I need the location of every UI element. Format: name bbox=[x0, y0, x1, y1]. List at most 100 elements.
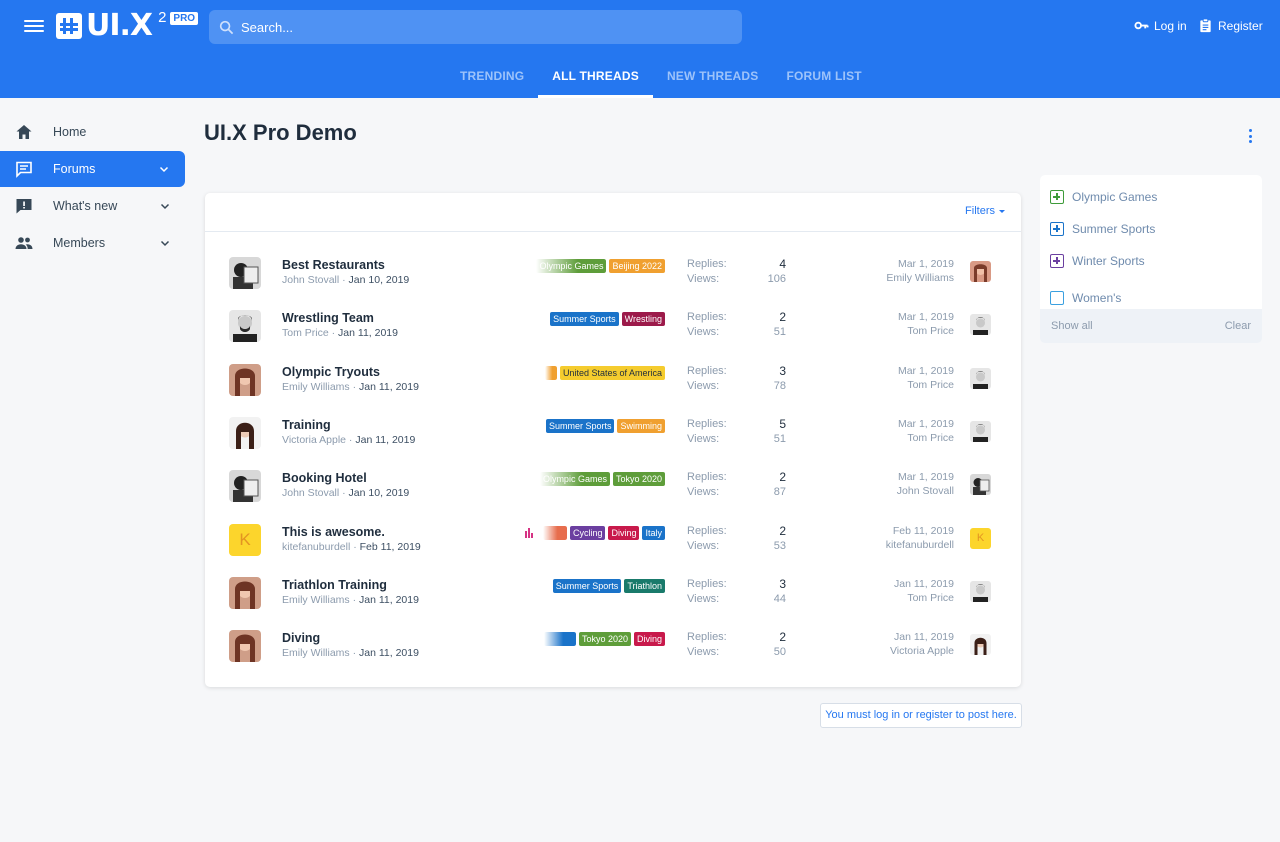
filter-option-summer-sports[interactable]: Summer Sports bbox=[1040, 213, 1262, 245]
tag-diving[interactable]: Diving bbox=[608, 526, 640, 540]
chevron-down-icon[interactable] bbox=[160, 238, 170, 248]
latest-user[interactable]: Victoria Apple bbox=[890, 644, 954, 658]
latest-date[interactable]: Mar 1, 2019 bbox=[898, 310, 954, 324]
thread-row[interactable]: Training Victoria Apple · Jan 11, 2019 S… bbox=[205, 417, 1021, 470]
tag-cycling[interactable]: Cycling bbox=[569, 526, 606, 540]
latest-user[interactable]: Tom Price bbox=[898, 431, 954, 445]
latest-avatar[interactable] bbox=[970, 581, 991, 602]
avatar[interactable]: K bbox=[229, 524, 261, 556]
latest-date[interactable]: Jan 11, 2019 bbox=[894, 577, 954, 591]
latest-date[interactable]: Mar 1, 2019 bbox=[898, 417, 954, 431]
latest-user[interactable]: Emily Williams bbox=[886, 271, 954, 285]
tab-trending[interactable]: TRENDING bbox=[446, 64, 538, 98]
login-notice-button[interactable]: You must log in or register to post here… bbox=[820, 703, 1022, 728]
latest-avatar[interactable]: K bbox=[970, 528, 991, 549]
tag-united-states-of-america[interactable]: United States of America bbox=[559, 366, 665, 380]
chevron-down-icon[interactable] bbox=[159, 164, 169, 174]
tag-tokyo-2020[interactable]: Tokyo 2020 bbox=[612, 472, 665, 486]
clear-link[interactable]: Clear bbox=[1225, 320, 1251, 332]
latest-user[interactable]: Tom Price bbox=[898, 324, 954, 338]
avatar[interactable] bbox=[229, 257, 261, 289]
latest-date[interactable]: Jan 11, 2019 bbox=[890, 630, 954, 644]
tag-diving[interactable]: Diving bbox=[633, 632, 665, 646]
tab-forum-list[interactable]: FORUM LIST bbox=[772, 64, 875, 98]
latest-avatar[interactable] bbox=[970, 421, 991, 442]
tag-wrestling[interactable]: Wrestling bbox=[621, 312, 665, 326]
sidebar-item-members[interactable]: Members bbox=[0, 225, 186, 261]
chevron-down-icon[interactable] bbox=[160, 201, 170, 211]
latest-avatar[interactable] bbox=[970, 474, 991, 495]
thread-title[interactable]: Booking Hotel bbox=[282, 471, 367, 485]
thread-author[interactable]: John Stovall bbox=[282, 274, 339, 286]
filter-option-winter-sports[interactable]: Winter Sports bbox=[1040, 245, 1262, 277]
latest-avatar[interactable] bbox=[970, 368, 991, 389]
thread-row[interactable]: Best Restaurants John Stovall · Jan 10, … bbox=[205, 257, 1021, 310]
latest-date[interactable]: Mar 1, 2019 bbox=[898, 364, 954, 378]
avatar[interactable] bbox=[229, 630, 261, 662]
thread-row[interactable]: K This is awesome. kitefanuburdell · Feb… bbox=[205, 524, 1021, 577]
checkbox-icon[interactable] bbox=[1050, 291, 1064, 305]
tab-all-threads[interactable]: ALL THREADS bbox=[538, 64, 653, 98]
latest-avatar[interactable] bbox=[970, 261, 991, 282]
more-options-icon[interactable] bbox=[1247, 129, 1253, 143]
thread-author[interactable]: Emily Williams bbox=[282, 647, 350, 659]
thread-title[interactable]: Wrestling Team bbox=[282, 311, 374, 325]
tag-truncated[interactable] bbox=[543, 632, 576, 646]
thread-author[interactable]: kitefanuburdell bbox=[282, 541, 350, 553]
tag-truncated[interactable] bbox=[542, 526, 567, 540]
tab-new-threads[interactable]: NEW THREADS bbox=[653, 64, 773, 98]
tag-olympic-games[interactable]: Olympic Games bbox=[536, 259, 607, 273]
thread-row[interactable]: Booking Hotel John Stovall · Jan 10, 201… bbox=[205, 470, 1021, 523]
thread-title[interactable]: Training bbox=[282, 418, 331, 432]
latest-date[interactable]: Feb 11, 2019 bbox=[886, 524, 954, 538]
site-logo[interactable]: UI.X 2 PRO bbox=[56, 9, 199, 43]
thread-title[interactable]: Olympic Tryouts bbox=[282, 365, 380, 379]
avatar[interactable] bbox=[229, 470, 261, 502]
latest-avatar[interactable] bbox=[970, 314, 991, 335]
latest-avatar[interactable] bbox=[970, 634, 991, 655]
sidebar-item-whats-new[interactable]: What's new bbox=[0, 188, 186, 224]
latest-date[interactable]: Mar 1, 2019 bbox=[897, 470, 954, 484]
tag-triathlon[interactable]: Triathlon bbox=[624, 579, 665, 593]
thread-row[interactable]: Triathlon Training Emily Williams · Jan … bbox=[205, 577, 1021, 630]
plus-box-icon[interactable] bbox=[1050, 222, 1064, 236]
avatar[interactable] bbox=[229, 577, 261, 609]
tag-summer-sports[interactable]: Summer Sports bbox=[552, 579, 622, 593]
latest-date[interactable]: Mar 1, 2019 bbox=[886, 257, 954, 271]
tag-summer-sports[interactable]: Summer Sports bbox=[550, 312, 619, 326]
avatar[interactable] bbox=[229, 364, 261, 396]
sidebar-item-home[interactable]: Home bbox=[0, 114, 186, 150]
tag-tokyo-2020[interactable]: Tokyo 2020 bbox=[578, 632, 631, 646]
avatar[interactable] bbox=[229, 417, 261, 449]
thread-title[interactable]: This is awesome. bbox=[282, 525, 385, 539]
tag-italy[interactable]: Italy bbox=[642, 526, 665, 540]
filters-button[interactable]: Filters bbox=[965, 205, 1005, 217]
latest-user[interactable]: John Stovall bbox=[897, 484, 954, 498]
search-input[interactable] bbox=[241, 19, 721, 35]
latest-user[interactable]: Tom Price bbox=[898, 378, 954, 392]
tag-truncated[interactable] bbox=[544, 366, 557, 380]
thread-title[interactable]: Triathlon Training bbox=[282, 578, 387, 592]
sidebar-item-forums[interactable]: Forums bbox=[0, 151, 185, 187]
tag-swimming[interactable]: Swimming bbox=[617, 419, 665, 433]
avatar[interactable] bbox=[229, 310, 261, 342]
latest-user[interactable]: Tom Price bbox=[894, 591, 954, 605]
thread-title[interactable]: Diving bbox=[282, 631, 320, 645]
filter-option-olympic-games[interactable]: Olympic Games bbox=[1040, 181, 1262, 213]
thread-row[interactable]: Diving Emily Williams · Jan 11, 2019 Tok… bbox=[205, 630, 1021, 683]
thread-author[interactable]: Emily Williams bbox=[282, 594, 350, 606]
login-link[interactable]: Log in bbox=[1134, 18, 1187, 33]
thread-title[interactable]: Best Restaurants bbox=[282, 258, 385, 272]
show-all-link[interactable]: Show all bbox=[1051, 320, 1093, 332]
plus-box-icon[interactable] bbox=[1050, 190, 1064, 204]
thread-row[interactable]: Olympic Tryouts Emily Williams · Jan 11,… bbox=[205, 364, 1021, 417]
thread-row[interactable]: Wrestling Team Tom Price · Jan 11, 2019 … bbox=[205, 310, 1021, 363]
plus-box-icon[interactable] bbox=[1050, 254, 1064, 268]
tag-beijing-2022[interactable]: Beijing 2022 bbox=[609, 259, 665, 273]
thread-author[interactable]: Victoria Apple bbox=[282, 434, 346, 446]
tag-olympic-games[interactable]: Olympic Games bbox=[539, 472, 610, 486]
search-bar[interactable] bbox=[209, 10, 742, 44]
thread-author[interactable]: Emily Williams bbox=[282, 381, 350, 393]
register-link[interactable]: Register bbox=[1198, 18, 1263, 33]
latest-user[interactable]: kitefanuburdell bbox=[886, 538, 954, 552]
